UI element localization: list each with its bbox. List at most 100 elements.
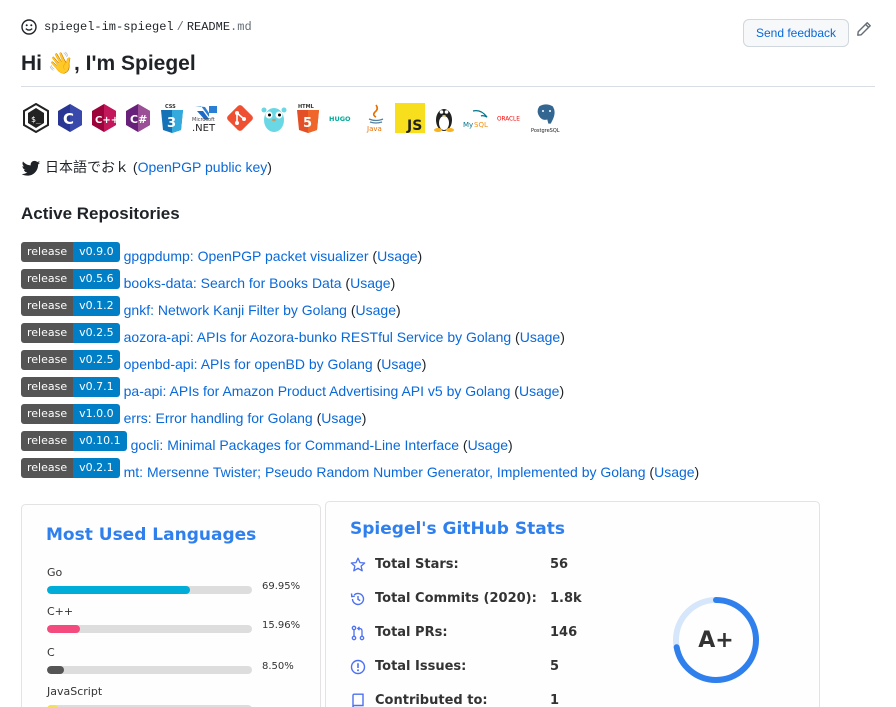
cplusplus-icon: C++ xyxy=(89,102,119,134)
language-name: Go xyxy=(47,566,63,579)
csharp-icon: C# xyxy=(123,102,153,134)
release-badge[interactable]: release v0.2.1 xyxy=(21,458,120,478)
breadcrumb: spiegel-im-spiegel / README .md xyxy=(21,19,252,35)
release-badge[interactable]: release v0.2.5 xyxy=(21,350,120,370)
release-badge[interactable]: release v0.5.6 xyxy=(21,269,120,289)
badge-version: v0.2.5 xyxy=(73,350,120,370)
repo-link[interactable]: openbd-api: APIs for openBD by Golang xyxy=(124,356,373,372)
list-item: release v0.5.6 books-data: Search for Boo… xyxy=(21,269,699,296)
list-item: release v0.1.2 gnkf: Network Kanji Filter… xyxy=(21,296,699,323)
repo-link[interactable]: gpgpdump: OpenPGP packet visualizer xyxy=(124,248,369,264)
svg-text:My: My xyxy=(463,121,473,129)
stat-value: 56 xyxy=(550,557,569,572)
list-item: release v0.2.5 openbd-api: APIs for openB… xyxy=(21,350,699,377)
repo-link[interactable]: mt: Mersenne Twister; Pseudo Random Numb… xyxy=(124,464,646,480)
twitter-note-text: 日本語でおｋ ( xyxy=(45,159,138,175)
list-item: release v0.9.0 gpgpdump: OpenPGP packet v… xyxy=(21,242,699,269)
stat-label: Total Stars: xyxy=(375,557,459,572)
send-feedback-button[interactable]: Send feedback xyxy=(743,19,849,47)
repo-link[interactable]: books-data: Search for Books Data xyxy=(124,275,342,291)
repo-link[interactable]: gocli: Minimal Packages for Command-Line… xyxy=(131,437,459,453)
usage-link[interactable]: Usage xyxy=(377,248,417,264)
language-name: C xyxy=(47,646,55,659)
list-item: release v0.2.5 aozora-api: APIs for Aozor… xyxy=(21,323,699,350)
twitter-note-close: ) xyxy=(267,159,272,175)
release-badge[interactable]: release v0.2.5 xyxy=(21,323,120,343)
breadcrumb-repo-link[interactable]: spiegel-im-spiegel xyxy=(44,20,174,34)
pencil-edit-icon[interactable] xyxy=(856,21,872,37)
usage-link[interactable]: Usage xyxy=(381,356,421,372)
badge-label: release xyxy=(21,350,74,370)
file-header: spiegel-im-spiegel / README .md Send feed… xyxy=(21,17,872,47)
badge-version: v0.1.2 xyxy=(73,296,120,316)
usage-link[interactable]: Usage xyxy=(519,383,559,399)
stat-label: Total PRs: xyxy=(375,625,448,640)
stats-card-title: Spiegel's GitHub Stats xyxy=(350,519,565,539)
svg-text:.NET: .NET xyxy=(192,123,216,133)
tech-icon-row: $_ C C++ C# CSS 3 Microsoft .NET HTML 5 HUG… xyxy=(21,102,561,134)
svg-text:3: 3 xyxy=(167,116,176,131)
usage-link[interactable]: Usage xyxy=(654,464,694,480)
repo-link[interactable]: errs: Error handling for Golang xyxy=(124,410,313,426)
release-badge[interactable]: release v0.7.1 xyxy=(21,377,120,397)
release-badge[interactable]: release v1.0.0 xyxy=(21,404,120,424)
stat-row: Total Commits (2020): 1.8k xyxy=(350,590,610,610)
svg-text:$_: $_ xyxy=(31,115,41,124)
breadcrumb-separator: / xyxy=(176,20,184,34)
twitter-bird-icon[interactable] xyxy=(21,160,41,178)
active-repositories-heading: Active Repositories xyxy=(21,204,180,223)
badge-label: release xyxy=(21,377,74,397)
stat-row: Total PRs: 146 xyxy=(350,624,610,644)
svg-text:C#: C# xyxy=(130,113,147,126)
dotnet-icon: Microsoft .NET xyxy=(191,102,221,134)
badge-label: release xyxy=(21,404,74,424)
terminal-icon: $_ xyxy=(21,102,51,134)
language-name: C++ xyxy=(47,605,74,618)
javascript-icon: JS xyxy=(395,102,425,134)
language-bar-fill xyxy=(47,666,65,674)
repo-link[interactable]: gnkf: Network Kanji Filter by Golang xyxy=(124,302,347,318)
oracle-icon: ORACLE xyxy=(497,102,527,134)
git-icon xyxy=(225,102,255,134)
css3-icon: CSS 3 xyxy=(157,102,187,134)
language-name: JavaScript xyxy=(47,685,103,698)
language-percent: 8.50% xyxy=(262,661,294,672)
usage-link[interactable]: Usage xyxy=(321,410,361,426)
badge-version: v0.10.1 xyxy=(73,431,127,451)
release-badge[interactable]: release v0.1.2 xyxy=(21,296,120,316)
stat-label: Total Commits (2020): xyxy=(375,591,537,606)
repo-icon xyxy=(352,693,364,707)
svg-text:CSS: CSS xyxy=(165,104,176,110)
repository-list: release v0.9.0 gpgpdump: OpenPGP packet v… xyxy=(21,242,699,485)
stat-value: 1 xyxy=(550,693,560,707)
stat-row: Total Issues: 5 xyxy=(350,658,610,678)
badge-label: release xyxy=(21,296,74,316)
svg-text:5: 5 xyxy=(303,116,312,131)
stat-row: Contributed to: 1 xyxy=(350,692,610,707)
hugo-icon: HUGO xyxy=(327,102,357,134)
stat-row: Total Stars: 56 xyxy=(350,556,610,576)
smiley-icon xyxy=(21,19,37,35)
rank-grade: A+ xyxy=(698,627,734,653)
repo-link[interactable]: aozora-api: APIs for Aozora-bunko RESTfu… xyxy=(124,329,512,345)
language-bar-track xyxy=(47,625,252,633)
svg-text:PostgreSQL: PostgreSQL xyxy=(531,128,560,134)
pull-request-icon xyxy=(351,625,365,641)
language-percent: 15.96% xyxy=(262,620,301,631)
release-badge[interactable]: release v0.9.0 xyxy=(21,242,120,262)
usage-link[interactable]: Usage xyxy=(520,329,560,345)
usage-link[interactable]: Usage xyxy=(468,437,508,453)
usage-link[interactable]: Usage xyxy=(350,275,390,291)
twitter-note: 日本語でおｋ (OpenPGP public key) xyxy=(21,156,272,178)
badge-version: v0.5.6 xyxy=(73,269,120,289)
html5-icon: HTML 5 xyxy=(293,102,323,134)
repo-link[interactable]: pa-api: APIs for Amazon Product Advertis… xyxy=(124,383,511,399)
usage-link[interactable]: Usage xyxy=(356,302,396,318)
breadcrumb-file-name: README xyxy=(186,20,231,34)
openpgp-public-key-link[interactable]: OpenPGP public key xyxy=(138,159,268,175)
language-bar-fill xyxy=(47,625,80,633)
list-item: release v1.0.0 errs: Error handling for G… xyxy=(21,404,699,431)
release-badge[interactable]: release v0.10.1 xyxy=(21,431,127,451)
list-item: release v0.7.1 pa-api: APIs for Amazon Pr… xyxy=(21,377,699,404)
most-used-languages-card: Most Used Languages Go 69.95% C++ 15.96%… xyxy=(21,504,321,707)
